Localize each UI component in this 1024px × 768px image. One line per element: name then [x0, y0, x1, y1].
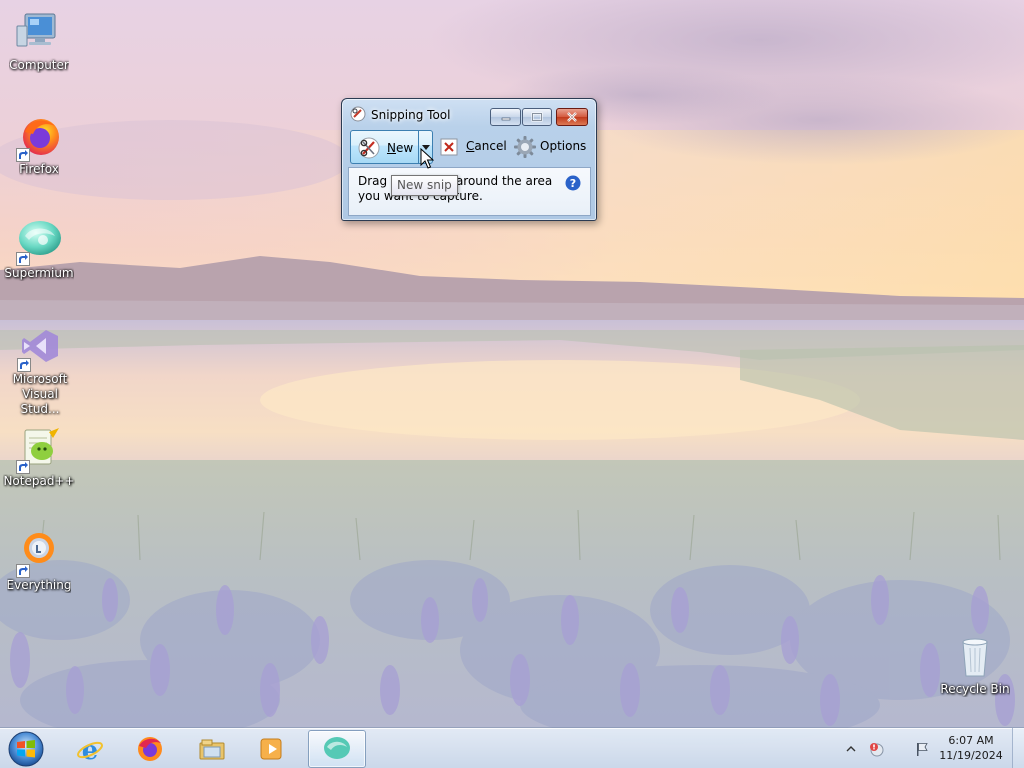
action-center-icon[interactable]	[868, 741, 884, 757]
visual-studio-icon	[16, 322, 64, 372]
clock-time: 6:07 AM	[948, 734, 994, 747]
clock-date: 11/19/2024	[939, 749, 1003, 762]
new-label-rest: ew	[395, 141, 414, 155]
snipping-hint-text: Drag the cursor around the area you want…	[358, 174, 553, 203]
new-button-label: New	[387, 141, 413, 155]
recycle-bin-icon	[951, 632, 999, 680]
scissors-icon	[358, 137, 380, 159]
svg-text:?: ?	[570, 177, 576, 190]
show-hidden-icons-arrow[interactable]	[846, 741, 856, 757]
media-player-icon	[260, 738, 282, 760]
computer-monitor-icon	[15, 8, 63, 56]
system-tray: 6:07 AM 11/19/2024	[840, 729, 1024, 768]
taskbar-internet-explorer[interactable]: e	[61, 730, 119, 768]
desktop-icon-label: Supermium	[4, 266, 74, 280]
show-desktop-button[interactable]	[1012, 728, 1024, 768]
shortcut-arrow-icon	[16, 252, 30, 266]
close-icon	[567, 112, 577, 122]
window-titlebar[interactable]: Snipping Tool	[342, 99, 596, 127]
maximize-icon	[531, 112, 543, 122]
internet-explorer-icon: e	[77, 736, 103, 764]
taskbar-file-explorer[interactable]	[183, 730, 241, 768]
desktop-icon-label: Microsoft Visual Stud...	[12, 372, 68, 416]
cancel-x-icon	[440, 138, 458, 156]
desktop-icon-recycle-bin[interactable]: Recycle Bin	[937, 632, 1013, 697]
desktop-icon-label: Recycle Bin	[940, 682, 1010, 696]
taskbar-media-player[interactable]	[243, 730, 301, 768]
shortcut-arrow-icon	[16, 148, 30, 162]
taskbar-firefox[interactable]	[121, 730, 179, 768]
notepad-plus-plus-icon	[15, 424, 63, 474]
cancel-label-rest: ancel	[474, 139, 507, 153]
options-button[interactable]: Options	[513, 132, 589, 162]
snipping-hint-panel: Drag the cursor around the area you want…	[348, 167, 591, 216]
minimize-button[interactable]	[490, 108, 521, 126]
shortcut-arrow-icon	[17, 358, 31, 372]
everything-search-icon	[15, 528, 63, 578]
desktop-icon-label: Computer	[9, 58, 69, 72]
close-button[interactable]	[556, 108, 588, 126]
shortcut-arrow-icon	[16, 460, 30, 474]
shortcut-arrow-icon	[16, 564, 30, 578]
snipping-toolbar: New Cancel Options	[348, 129, 592, 165]
gear-icon	[514, 136, 536, 158]
supermium-icon	[15, 216, 63, 266]
desktop-icon-label: Notepad++	[3, 474, 75, 488]
options-button-label: Options	[540, 139, 587, 153]
new-snip-button[interactable]: New	[350, 130, 418, 164]
new-snip-tooltip: New snip	[391, 175, 458, 196]
supermium-icon	[324, 737, 350, 759]
desktop-icon-computer[interactable]: Computer	[1, 8, 77, 73]
minimize-icon	[501, 117, 510, 121]
firefox-icon	[138, 737, 162, 761]
desktop-icon-supermium[interactable]: Supermium	[1, 216, 77, 281]
maximize-button[interactable]	[522, 108, 552, 126]
desktop-icon-notepad-plus-plus[interactable]: Notepad++	[1, 424, 77, 489]
file-explorer-icon	[199, 739, 225, 760]
new-label-mnemonic: N	[387, 141, 396, 155]
desktop-icon-label: Everything	[6, 578, 72, 592]
window-title: Snipping Tool	[371, 108, 451, 122]
start-button[interactable]	[5, 730, 47, 768]
snipping-tool-app-icon	[350, 106, 366, 122]
desktop-icon-everything[interactable]: Everything	[1, 528, 77, 593]
cancel-button-label: Cancel	[466, 139, 507, 153]
desktop-icon-firefox[interactable]: Firefox	[1, 112, 77, 177]
taskbar: e 6:07 AM 11/19/2024	[0, 728, 1024, 768]
desktop-icon-visual-studio[interactable]: Microsoft Visual Stud...	[1, 322, 79, 417]
cancel-button[interactable]: Cancel	[438, 132, 508, 162]
flag-notification-icon[interactable]	[914, 741, 930, 757]
snipping-tool-window[interactable]: Snipping Tool New Cancel Options Drag ar…	[341, 98, 597, 221]
taskbar-supermium-active[interactable]	[308, 730, 366, 768]
taskbar-clock[interactable]: 6:07 AM 11/19/2024	[936, 733, 1006, 763]
svg-text:e: e	[82, 736, 99, 764]
desktop-icon-label: Firefox	[19, 162, 59, 176]
mouse-pointer-icon	[420, 148, 434, 169]
help-question-icon[interactable]: ?	[565, 175, 581, 191]
firefox-icon	[15, 112, 63, 162]
